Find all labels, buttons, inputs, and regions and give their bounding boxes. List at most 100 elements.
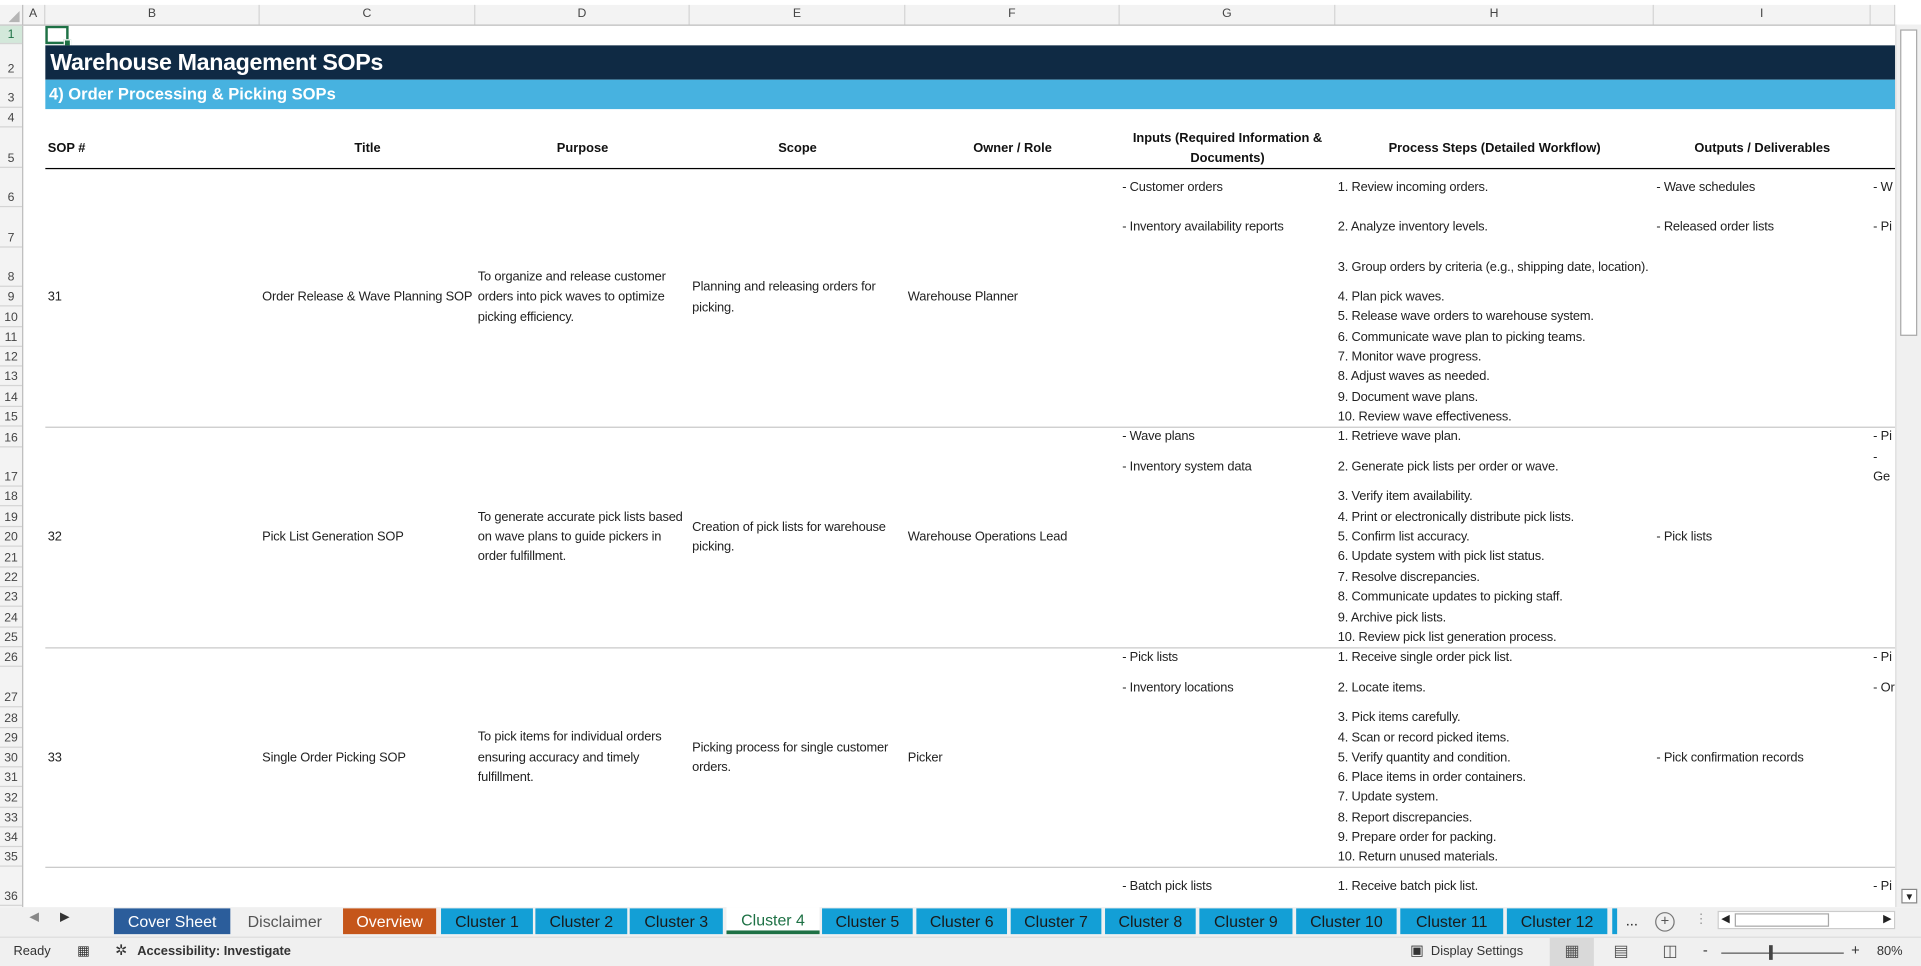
row-header[interactable]: 36 [0, 867, 23, 907]
tab-partial[interactable] [1612, 908, 1618, 935]
row-header[interactable]: 10 [0, 307, 23, 327]
row-header[interactable]: 19 [0, 507, 23, 528]
scroll-right-arrow-icon[interactable]: ▶ [1883, 912, 1891, 925]
splitter-handle-icon[interactable]: ⋮ [1694, 911, 1707, 927]
add-sheet-icon[interactable]: + [1655, 912, 1675, 932]
row-header[interactable]: 30 [0, 748, 23, 768]
row-header[interactable]: 1 [0, 25, 23, 45]
row-header[interactable]: 8 [0, 248, 23, 287]
page-layout-view-icon[interactable]: ▤ [1613, 941, 1628, 961]
horizontal-scrollbar[interactable]: ◀ ▶ [1717, 910, 1896, 930]
sheet-tab-cluster-9[interactable]: Cluster 9 [1199, 908, 1293, 935]
zoom-slider[interactable] [1721, 945, 1844, 960]
column-header-f[interactable]: F [905, 4, 1120, 25]
row-number: 19 [4, 511, 18, 525]
sop-next-column-clipped-text: - Pi [1873, 879, 1892, 894]
vertical-scrollbar[interactable]: ▼ [1895, 24, 1921, 908]
column-header-a[interactable]: A [22, 4, 46, 25]
sheet-tab-disclaimer[interactable]: Disclaimer [232, 908, 337, 935]
tab-scroll-right-icon[interactable]: ▶ [60, 911, 69, 924]
scroll-down-arrow-icon[interactable]: ▼ [1901, 888, 1918, 904]
sop-output: - Wave schedules [1656, 168, 1869, 207]
row-header[interactable]: 31 [0, 767, 23, 788]
sheet-tab-cluster-4[interactable]: Cluster 4 [726, 907, 820, 935]
normal-view-button[interactable]: ▦ [1549, 937, 1594, 966]
column-header-b[interactable]: B [45, 4, 260, 25]
row-header[interactable]: 29 [0, 728, 23, 748]
column-header-h[interactable]: H [1335, 4, 1654, 25]
row-number: 13 [4, 370, 18, 385]
column-header-j[interactable] [1871, 4, 1896, 25]
sheet-tab-cluster-11[interactable]: Cluster 11 [1400, 908, 1504, 935]
row-header[interactable]: 25 [0, 628, 23, 648]
row-header[interactable]: 21 [0, 547, 23, 568]
row-header[interactable]: 28 [0, 708, 23, 728]
column-header-g[interactable]: G [1120, 4, 1336, 25]
column-header-e[interactable]: E [690, 4, 906, 25]
row-header[interactable]: 2 [0, 44, 23, 79]
sheet-tab-cluster-6[interactable]: Cluster 6 [916, 908, 1008, 935]
sheet-tab-overview[interactable]: Overview [343, 908, 437, 935]
row-header[interactable]: 7 [0, 207, 23, 248]
sheet-tab-cluster-5[interactable]: Cluster 5 [822, 908, 913, 935]
row-header[interactable]: 23 [0, 587, 23, 608]
row-header[interactable]: 34 [0, 827, 23, 848]
column-header-c[interactable]: C [260, 4, 476, 25]
row-header[interactable]: 12 [0, 347, 23, 367]
accessibility-status[interactable]: Accessibility: Investigate [137, 944, 291, 959]
zoom-slider-thumb[interactable] [1769, 945, 1773, 960]
sop-step: 2. Analyze inventory levels. [1338, 207, 1650, 247]
sop-owner-text: Warehouse Planner [907, 289, 1018, 305]
more-tabs-button[interactable]: ... [1626, 912, 1638, 929]
row-header[interactable]: 5 [0, 127, 23, 168]
worksheet-grid[interactable]: Warehouse Management SOPs 4) Order Proce… [23, 25, 1896, 907]
row-header[interactable]: 35 [0, 847, 23, 868]
horizontal-scroll-thumb[interactable] [1734, 913, 1830, 927]
sheet-tab-cluster-1[interactable]: Cluster 1 [441, 908, 533, 935]
row-header[interactable]: 24 [0, 607, 23, 628]
row-header[interactable]: 6 [0, 168, 23, 208]
column-header-i[interactable]: I [1654, 4, 1871, 25]
sheet-tab-cluster-2[interactable]: Cluster 2 [535, 908, 628, 935]
sheet-tab-cluster-3[interactable]: Cluster 3 [629, 908, 723, 935]
row-header[interactable]: 15 [0, 407, 23, 427]
row-header[interactable]: 27 [0, 667, 23, 708]
sheet-tab-cluster-7[interactable]: Cluster 7 [1010, 908, 1102, 935]
row-header[interactable]: 18 [0, 487, 23, 507]
macro-record-icon[interactable]: ▦ [77, 943, 90, 959]
row-header[interactable]: 22 [0, 567, 23, 588]
sheet-tab-cluster-12[interactable]: Cluster 12 [1506, 908, 1608, 935]
row-header[interactable]: 33 [0, 807, 23, 828]
row-header[interactable]: 32 [0, 787, 23, 808]
sop-output: - Released order lists [1656, 207, 1869, 247]
column-header-d[interactable]: D [475, 4, 690, 25]
row-header[interactable]: 3 [0, 78, 23, 108]
row-header[interactable]: 4 [0, 108, 23, 128]
row-header[interactable]: 26 [0, 648, 23, 668]
row-header[interactable]: 16 [0, 427, 23, 448]
zoom-out-button[interactable]: - [1703, 941, 1708, 958]
row-header[interactable]: 20 [0, 527, 23, 548]
select-all-button[interactable] [0, 4, 24, 25]
row-header[interactable]: 17 [0, 448, 23, 487]
selected-cell-a1[interactable] [45, 25, 72, 47]
vertical-scroll-thumb[interactable] [1900, 29, 1918, 336]
display-settings-button[interactable]: Display Settings [1431, 944, 1523, 959]
tab-scroll-left-icon[interactable]: ◀ [29, 911, 38, 924]
zoom-level[interactable]: 80% [1877, 944, 1903, 959]
sheet-tab-cluster-10[interactable]: Cluster 10 [1296, 908, 1397, 935]
sop-scope-text: Planning and releasing orders for pickin… [692, 279, 876, 315]
row-header[interactable]: 11 [0, 327, 23, 347]
accessibility-icon[interactable]: ✲ [115, 941, 127, 958]
sheet-tab-cover-sheet[interactable]: Cover Sheet [113, 908, 231, 935]
sheet-tab-cluster-8[interactable]: Cluster 8 [1105, 908, 1196, 935]
row-header[interactable]: 14 [0, 387, 23, 407]
zoom-in-button[interactable]: + [1851, 941, 1860, 958]
row-header[interactable]: 13 [0, 367, 23, 387]
row-number: 31 [4, 771, 18, 785]
row-header[interactable]: 9 [0, 287, 23, 307]
page-break-view-icon[interactable]: ◫ [1662, 941, 1677, 961]
sop-step: 1. Review incoming orders. [1338, 168, 1650, 207]
display-settings-icon[interactable]: ▣ [1410, 941, 1424, 958]
scroll-left-arrow-icon[interactable]: ◀ [1721, 912, 1729, 925]
